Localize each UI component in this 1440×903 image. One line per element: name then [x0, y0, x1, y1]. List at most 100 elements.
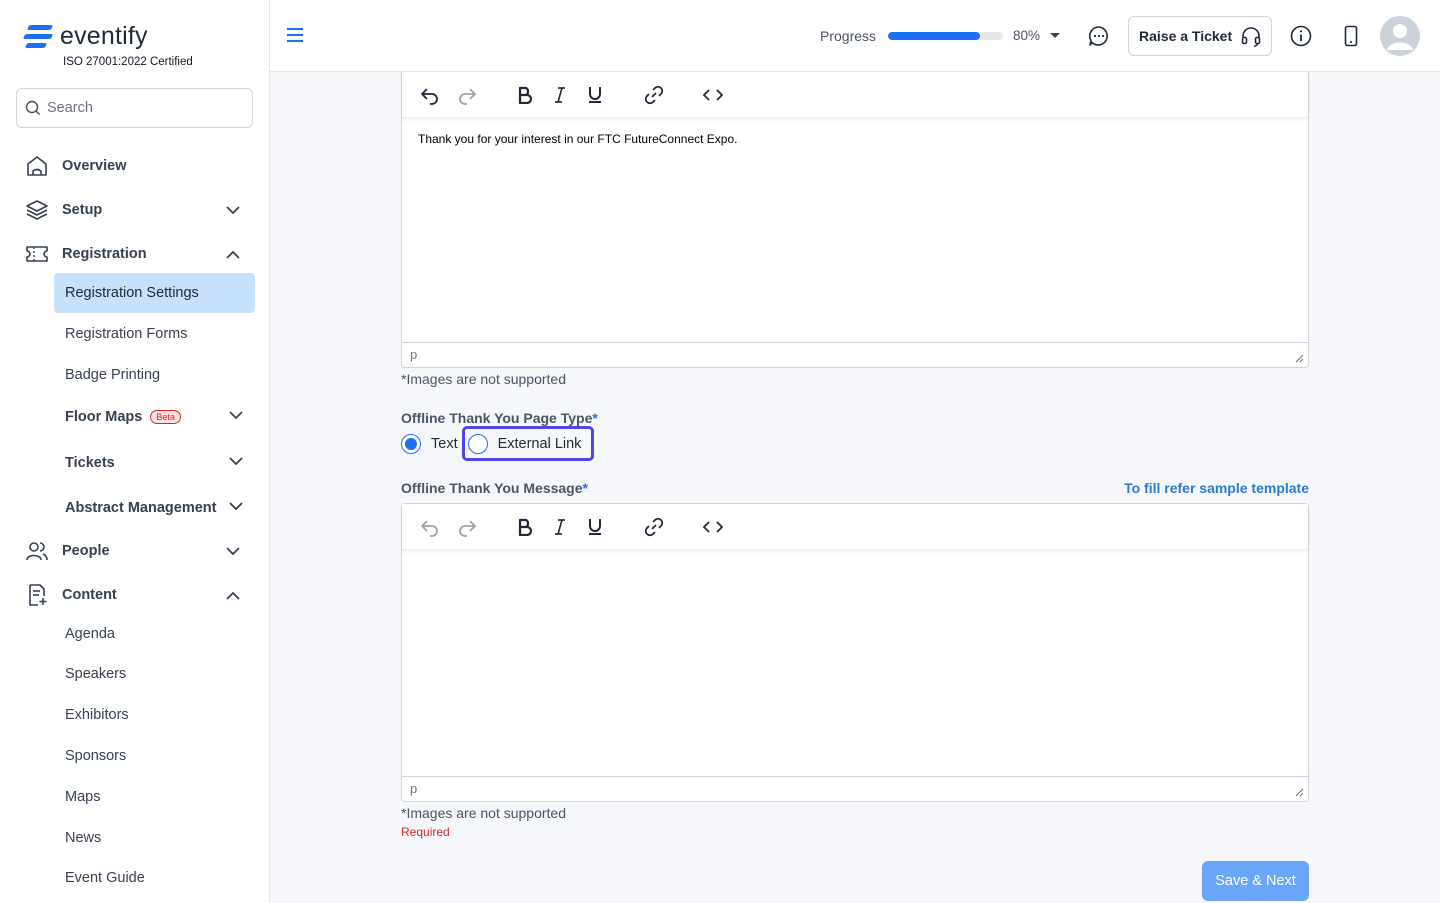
home-icon [24, 153, 50, 179]
info-icon[interactable] [1289, 24, 1313, 48]
sample-template-link[interactable]: To fill refer sample template [1124, 480, 1309, 496]
abstract-management-label: Abstract Management [65, 500, 217, 516]
required-error: Required [401, 825, 450, 839]
editor-toolbar [402, 504, 1308, 550]
chevron-down-icon[interactable] [229, 454, 243, 470]
sidebar-item-agenda[interactable]: Agenda [54, 614, 255, 654]
nav-setup-label: Setup [62, 202, 103, 218]
editor-content-empty[interactable] [418, 564, 1288, 764]
bold-icon[interactable] [513, 83, 537, 107]
eventify-logo[interactable]: eventify [22, 22, 148, 51]
link-icon[interactable] [642, 83, 666, 107]
progress-label: Progress [820, 28, 877, 44]
page-type-label: Offline Thank You Page Type* [401, 410, 598, 426]
document-add-icon [24, 582, 50, 608]
required-mark: * [582, 480, 588, 496]
progress-bar [888, 32, 1003, 40]
resize-handle-icon[interactable] [1295, 788, 1304, 797]
logo-mark-icon [22, 23, 54, 51]
thank-you-message-editor[interactable]: Thank you for your interest in our FTC F… [401, 72, 1309, 368]
focus-ring [462, 426, 594, 461]
avatar[interactable] [1380, 16, 1420, 56]
raise-ticket-button[interactable]: Raise a Ticket [1128, 16, 1272, 56]
raise-ticket-label: Raise a Ticket [1139, 28, 1233, 44]
brand-name: eventify [60, 22, 148, 50]
element-path: p [410, 781, 418, 796]
radio-text-label[interactable]: Text [431, 436, 458, 452]
search-icon [25, 100, 41, 116]
italic-icon[interactable] [548, 83, 572, 107]
sidebar-item-floor-maps[interactable]: Floor Maps Beta [54, 397, 255, 437]
chevron-down-icon[interactable] [224, 542, 242, 560]
chevron-down-icon[interactable] [229, 499, 243, 515]
sidebar-item-event-guide[interactable]: Event Guide [54, 858, 255, 898]
chevron-up-icon[interactable] [224, 586, 242, 604]
message-label: Offline Thank You Message* [401, 480, 588, 496]
nav-people[interactable]: People [24, 536, 252, 566]
link-icon[interactable] [642, 515, 666, 539]
progress-bar-fill [888, 32, 980, 40]
users-icon [24, 538, 50, 564]
nav-people-label: People [62, 543, 110, 559]
chevron-down-icon[interactable] [229, 408, 243, 424]
message-label-text: Offline Thank You Message [401, 480, 583, 496]
underline-icon[interactable] [583, 83, 607, 107]
required-mark: * [592, 410, 598, 426]
underline-icon[interactable] [583, 515, 607, 539]
images-note: *Images are not supported [401, 371, 566, 387]
redo-icon[interactable] [455, 515, 479, 539]
tickets-label: Tickets [65, 455, 115, 471]
nav-content-label: Content [62, 587, 117, 603]
editor-toolbar [402, 72, 1308, 118]
nav-registration-label: Registration [62, 246, 147, 262]
save-next-button[interactable]: Save & Next [1202, 861, 1309, 901]
sidebar-item-tickets[interactable]: Tickets [54, 443, 255, 483]
sidebar-item-speakers[interactable]: Speakers [54, 654, 255, 694]
sidebar-item-registration-settings[interactable]: Registration Settings [54, 273, 255, 313]
nav-content[interactable]: Content [24, 580, 252, 610]
editor-statusbar: p [402, 776, 1308, 801]
nav-overview[interactable]: Overview [24, 151, 252, 181]
ticket-icon [24, 241, 50, 267]
nav-registration[interactable]: Registration [24, 239, 252, 269]
search-input[interactable] [47, 100, 237, 116]
sidebar-item-maps[interactable]: Maps [54, 777, 255, 817]
editor-statusbar: p [402, 342, 1308, 367]
sidebar-item-exhibitors[interactable]: Exhibitors [54, 695, 255, 735]
caret-down-icon[interactable] [1050, 33, 1060, 38]
page-type-label-text: Offline Thank You Page Type [401, 410, 593, 426]
top-bar: Progress 80% Raise a Ticket [270, 0, 1440, 72]
chevron-up-icon[interactable] [224, 245, 242, 263]
sidebar: eventify ISO 27001:2022 Certified Overvi… [0, 0, 270, 903]
sidebar-item-sponsors[interactable]: Sponsors [54, 736, 255, 776]
italic-icon[interactable] [548, 515, 572, 539]
code-icon[interactable] [701, 83, 725, 107]
chevron-down-icon[interactable] [224, 201, 242, 219]
bold-icon[interactable] [513, 515, 537, 539]
element-path: p [410, 347, 418, 362]
progress-percent: 80% [1013, 28, 1041, 43]
sidebar-item-news[interactable]: News [54, 818, 255, 858]
images-note: *Images are not supported [401, 805, 566, 821]
mobile-icon[interactable] [1339, 24, 1363, 48]
editor-content[interactable]: Thank you for your interest in our FTC F… [418, 132, 737, 146]
search-box[interactable] [16, 88, 253, 128]
redo-icon[interactable] [455, 83, 479, 107]
undo-icon[interactable] [418, 83, 442, 107]
certification-label: ISO 27001:2022 Certified [63, 56, 193, 68]
code-icon[interactable] [701, 515, 725, 539]
beta-badge: Beta [150, 410, 181, 424]
chat-icon[interactable] [1087, 24, 1111, 48]
floor-maps-label: Floor Maps [65, 409, 143, 425]
undo-icon[interactable] [418, 515, 442, 539]
layers-icon [24, 197, 50, 223]
sidebar-item-registration-forms[interactable]: Registration Forms [54, 314, 255, 354]
offline-thank-you-message-editor[interactable]: p [401, 503, 1309, 802]
sidebar-item-badge-printing[interactable]: Badge Printing [54, 355, 255, 395]
radio-text[interactable] [401, 434, 421, 454]
menu-icon[interactable] [286, 26, 304, 44]
nav-setup[interactable]: Setup [24, 195, 252, 225]
resize-handle-icon[interactable] [1295, 354, 1304, 363]
sidebar-item-abstract-management[interactable]: Abstract Management [54, 488, 255, 528]
nav-overview-label: Overview [62, 158, 127, 174]
